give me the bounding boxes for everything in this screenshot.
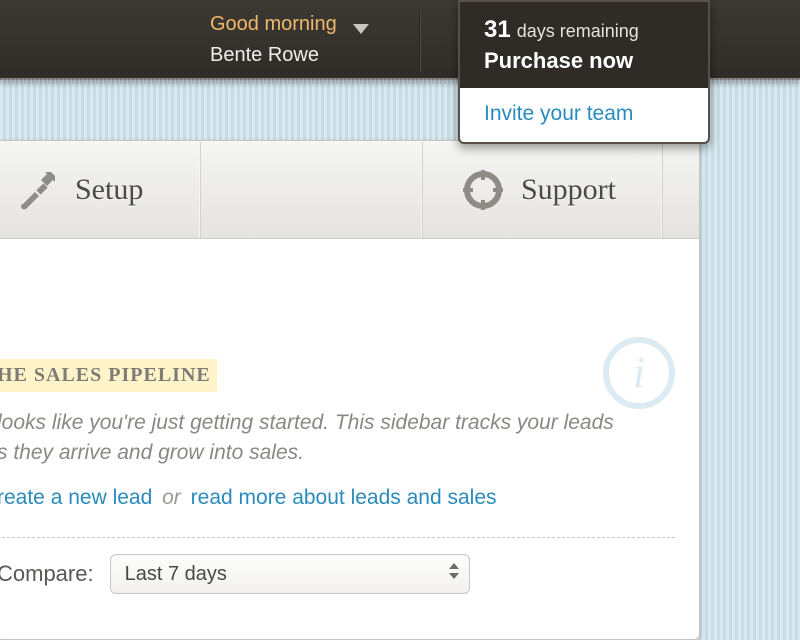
compare-select-wrap: Last 7 days xyxy=(110,554,470,594)
vertical-divider xyxy=(419,10,421,72)
tab-support[interactable]: Support xyxy=(423,142,663,238)
tab-spacer xyxy=(201,142,423,238)
invite-team-row: Invite your team xyxy=(460,88,708,142)
purchase-now-link[interactable]: Purchase now xyxy=(484,48,688,74)
tab-end-spacer xyxy=(663,142,699,238)
wrench-icon xyxy=(17,170,57,210)
tab-setup-label: Setup xyxy=(75,173,143,207)
trial-summary: 31 days remaining Purchase now xyxy=(460,2,708,88)
compare-select[interactable]: Last 7 days xyxy=(110,554,470,594)
pipeline-heading: HE SALES PIPELINE xyxy=(0,359,217,392)
lifebuoy-icon xyxy=(463,170,503,210)
tab-bar: Setup Support xyxy=(0,141,699,239)
read-more-link[interactable]: read more about leads and sales xyxy=(191,486,497,509)
main-panel: Setup Support i xyxy=(0,140,700,640)
pipeline-content: i HE SALES PIPELINE looks like you're ju… xyxy=(0,239,699,594)
top-bar: Good morning Bente Rowe 31 days remaining… xyxy=(0,0,800,80)
trial-status-box: 31 days remaining Purchase now Invite you… xyxy=(458,0,710,144)
tab-support-label: Support xyxy=(521,173,616,207)
chevron-down-icon xyxy=(351,18,371,43)
pipeline-intro-line1: looks like you're just getting started. … xyxy=(0,408,675,438)
create-lead-link[interactable]: reate a new lead xyxy=(0,486,152,509)
invite-team-link[interactable]: Invite your team xyxy=(484,102,633,125)
pipeline-intro-line2: s they arrive and grow into sales. xyxy=(0,438,675,468)
trial-days-count: 31 xyxy=(484,16,511,44)
user-name: Bente Rowe xyxy=(210,43,337,68)
trial-days-label: days remaining xyxy=(517,21,639,41)
pipeline-links: reate a new lead or read more about lead… xyxy=(0,483,675,513)
greeting-text: Good morning xyxy=(210,13,337,35)
compare-selected-value: Last 7 days xyxy=(125,560,227,589)
dashed-divider xyxy=(0,537,675,538)
user-greeting-dropdown[interactable]: Good morning Bente Rowe xyxy=(210,12,371,68)
info-icon: i xyxy=(601,335,677,411)
tab-setup[interactable]: Setup xyxy=(0,142,201,238)
compare-row: Compare: Last 7 days xyxy=(0,554,675,594)
or-text: or xyxy=(162,486,181,509)
compare-label: Compare: xyxy=(0,558,94,590)
svg-text:i: i xyxy=(633,348,645,397)
